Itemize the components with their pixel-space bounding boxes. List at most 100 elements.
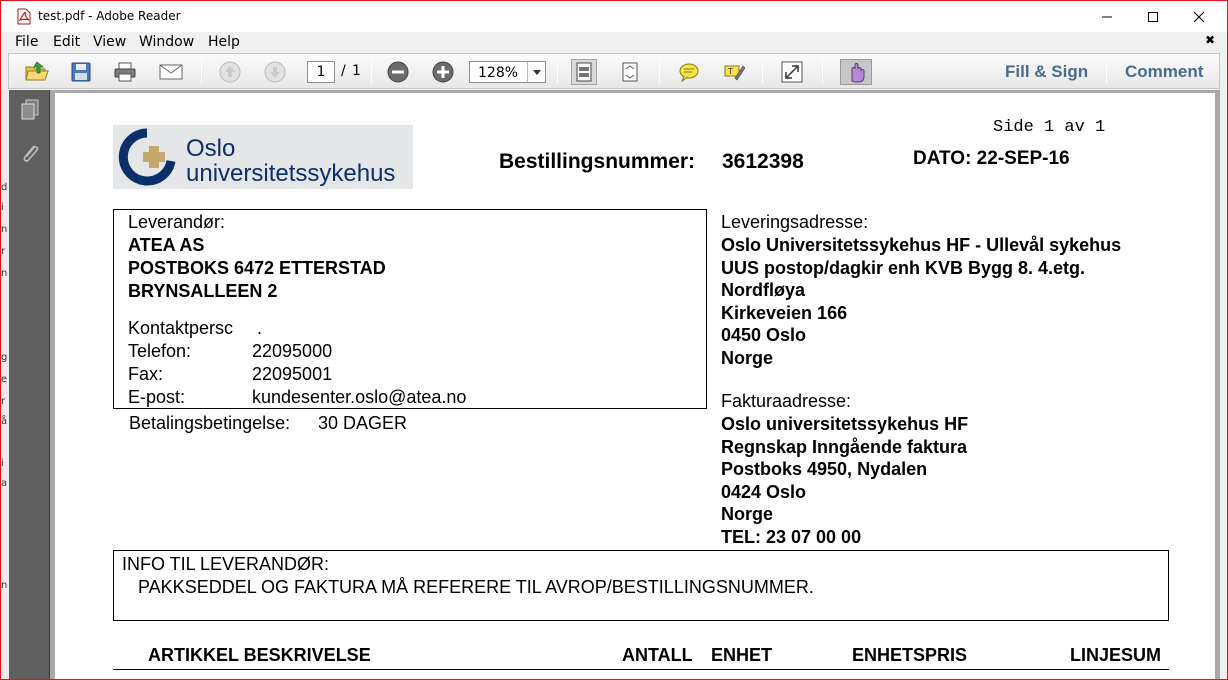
delivery-address-line: Oslo Universitetssykehus HF - Ullevål sy… bbox=[721, 235, 1122, 255]
toolbar-separator bbox=[822, 60, 823, 84]
invoice-address-line: 0424 Oslo bbox=[721, 482, 807, 502]
minimize-icon bbox=[1102, 16, 1112, 17]
print-icon bbox=[114, 62, 136, 82]
page-separator: / bbox=[341, 63, 346, 79]
title-bar: test.pdf - Adobe Reader bbox=[1, 1, 1227, 32]
invoice-address-line: Norge bbox=[721, 504, 774, 524]
close-document-icon[interactable]: ✖ bbox=[1205, 33, 1215, 47]
zoom-in-button[interactable] bbox=[430, 59, 456, 85]
page-number-input[interactable]: 1 bbox=[307, 61, 335, 83]
page-indicator: Side 1 av 1 bbox=[993, 118, 1106, 137]
email-button[interactable] bbox=[158, 59, 184, 85]
fax-label: Fax: bbox=[128, 364, 164, 384]
invoice-heading: Fakturaadresse: bbox=[721, 391, 852, 411]
menu-edit[interactable]: Edit bbox=[53, 34, 80, 50]
toolbar-separator bbox=[659, 60, 660, 84]
vertical-scrollbar[interactable] bbox=[1220, 90, 1227, 679]
toolbar-separator bbox=[557, 60, 558, 84]
maximize-button[interactable] bbox=[1130, 1, 1176, 32]
zoom-out-icon bbox=[387, 61, 409, 83]
background-window-edge: d i n r n g e r å i a n bbox=[1, 90, 9, 679]
adobe-reader-window: test.pdf - Adobe Reader File Edit View W… bbox=[0, 0, 1228, 680]
open-button[interactable] bbox=[24, 59, 50, 85]
supplier-address-line: BRYNSALLEEN 2 bbox=[128, 281, 278, 301]
toolbar-separator bbox=[371, 60, 372, 84]
contact-label: Kontaktpersc bbox=[128, 318, 234, 338]
delivery-heading: Leveringsadresse: bbox=[721, 212, 869, 232]
highlight-icon: T bbox=[724, 65, 745, 81]
zoom-in-icon bbox=[432, 61, 454, 83]
save-icon bbox=[71, 62, 91, 82]
fullscreen-button[interactable] bbox=[779, 59, 805, 85]
zoom-select[interactable]: 128% bbox=[469, 61, 546, 83]
email-value: kundesenter.oslo@atea.no bbox=[252, 387, 467, 407]
column-header-quantity: ANTALL bbox=[622, 645, 693, 665]
save-button[interactable] bbox=[68, 59, 94, 85]
order-date: DATO: 22-SEP-16 bbox=[913, 148, 1070, 169]
menu-file[interactable]: File bbox=[15, 34, 38, 50]
attachment-icon[interactable] bbox=[18, 142, 42, 166]
payment-terms-label: Betalingsbetingelse: bbox=[129, 413, 291, 433]
touch-mode-button[interactable] bbox=[840, 59, 872, 85]
prev-page-button[interactable] bbox=[217, 59, 243, 85]
contact-value: . bbox=[257, 318, 263, 338]
prev-page-icon bbox=[219, 61, 241, 83]
delivery-address-line: UUS postop/dagkir enh KVB Bygg 8. 4.etg. bbox=[721, 258, 1086, 278]
toolbar-separator bbox=[762, 60, 763, 84]
highlight-button[interactable]: T bbox=[721, 59, 747, 85]
column-header-unit-price: ENHETSPRIS bbox=[852, 645, 968, 665]
toolbar-separator bbox=[1106, 60, 1107, 84]
page-total: 1 bbox=[352, 63, 361, 79]
supplier-name: ATEA AS bbox=[128, 235, 205, 255]
print-button[interactable] bbox=[112, 59, 138, 85]
fit-width-button[interactable] bbox=[617, 59, 643, 85]
pages-icon[interactable] bbox=[18, 98, 42, 122]
chevron-down-icon[interactable] bbox=[527, 62, 545, 82]
sticky-note-icon bbox=[679, 63, 699, 82]
maximize-icon bbox=[1148, 11, 1158, 22]
fax-value: 22095001 bbox=[252, 364, 333, 384]
menu-view[interactable]: View bbox=[93, 34, 126, 50]
supplier-box: Leverandør: ATEA AS POSTBOKS 6472 ETTERS… bbox=[113, 209, 707, 409]
open-icon bbox=[25, 61, 49, 81]
supplier-address-line: POSTBOKS 6472 ETTERSTAD bbox=[128, 258, 386, 278]
info-heading: INFO TIL LEVERANDØR: bbox=[122, 554, 330, 574]
fill-and-sign-button[interactable]: Fill & Sign bbox=[1005, 62, 1088, 82]
menu-bar: File Edit View Window Help ✖ bbox=[1, 32, 1227, 52]
close-icon bbox=[1193, 11, 1205, 22]
menu-help[interactable]: Help bbox=[208, 34, 240, 50]
payment-terms-value: 30 DAGER bbox=[318, 413, 408, 433]
column-header-line-sum: LINJESUM bbox=[1070, 645, 1162, 665]
invoice-address-line: Regnskap Inngående faktura bbox=[721, 437, 968, 457]
touch-mode-icon bbox=[851, 63, 865, 83]
fit-page-button[interactable] bbox=[571, 59, 597, 85]
document-viewport[interactable]: Side 1 av 1 Oslo universitetssykehus Bes… bbox=[50, 90, 1220, 679]
supplier-info-box: INFO TIL LEVERANDØR: PAKKSEDDEL OG FAKTU… bbox=[113, 550, 1169, 621]
toolbar: 1 / 1 128% T Fill & Sign Comment bbox=[8, 53, 1220, 89]
toolbar-separator bbox=[201, 60, 202, 84]
svg-text:T: T bbox=[727, 67, 733, 76]
next-page-button[interactable] bbox=[262, 59, 288, 85]
email-label: E-post: bbox=[128, 387, 186, 407]
comment-button[interactable]: Comment bbox=[1125, 62, 1203, 82]
column-header-unit: ENHET bbox=[711, 645, 773, 665]
minimize-button[interactable] bbox=[1084, 1, 1130, 32]
order-number-label: Bestillingsnummer: bbox=[499, 150, 696, 173]
table-header-rule bbox=[113, 669, 1169, 670]
fullscreen-icon bbox=[781, 61, 803, 83]
invoice-address-line: Oslo universitetssykehus HF bbox=[721, 414, 969, 434]
column-header-description: ARTIKKEL BESKRIVELSE bbox=[148, 645, 371, 665]
sticky-note-button[interactable] bbox=[676, 59, 702, 85]
phone-label: Telefon: bbox=[128, 341, 192, 361]
email-icon bbox=[159, 64, 183, 80]
fit-width-icon bbox=[622, 62, 638, 82]
invoice-phone: TEL: 23 07 00 00 bbox=[721, 527, 862, 547]
invoice-address-line: Postboks 4950, Nydalen bbox=[721, 459, 928, 479]
phone-value: 22095000 bbox=[252, 341, 333, 361]
logo-cross-icon bbox=[118, 128, 176, 186]
menu-window[interactable]: Window bbox=[139, 34, 194, 50]
info-text: PAKKSEDDEL OG FAKTURA MÅ REFERERE TIL AV… bbox=[138, 577, 814, 597]
zoom-out-button[interactable] bbox=[385, 59, 411, 85]
close-button[interactable] bbox=[1176, 1, 1222, 32]
navigation-pane bbox=[9, 90, 50, 679]
